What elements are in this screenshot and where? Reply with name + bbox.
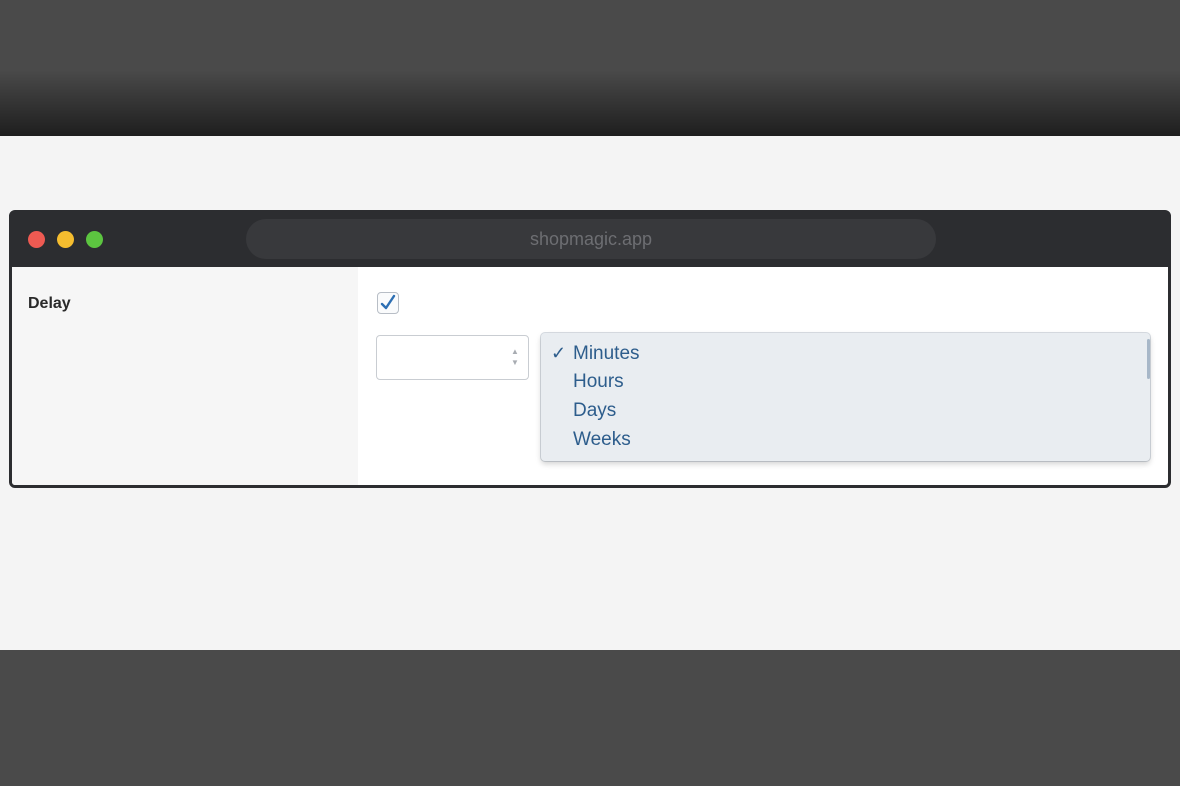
option-weeks[interactable]: Weeks	[551, 426, 631, 454]
address-bar[interactable]: shopmagic.app	[246, 219, 936, 259]
option-label: Weeks	[573, 429, 631, 450]
delay-amount-field[interactable]: ▲ ▼	[376, 335, 529, 380]
background-top	[0, 0, 1180, 136]
browser-titlebar: shopmagic.app	[12, 213, 1168, 267]
option-label: Days	[573, 400, 617, 421]
delay-label: Delay	[28, 295, 71, 312]
spinner-arrows-icon[interactable]: ▲ ▼	[510, 346, 520, 370]
dropdown-scrollbar[interactable]	[1147, 339, 1150, 379]
option-hours[interactable]: Hours	[551, 368, 624, 396]
minimize-window-button[interactable]	[57, 231, 74, 248]
option-label: Hours	[573, 371, 624, 392]
browser-window: shopmagic.app Delay ▲ ▼ ✓ Minutes Hours Da…	[9, 210, 1171, 488]
label-column: Delay	[12, 267, 358, 485]
option-label: Minutes	[573, 343, 640, 364]
checkmark-icon: ✓	[551, 343, 567, 363]
background-bottom	[0, 650, 1180, 786]
option-days[interactable]: Days	[551, 397, 616, 425]
settings-panel: Delay ▲ ▼ ✓ Minutes Hours Days Weeks	[12, 267, 1168, 485]
maximize-window-button[interactable]	[86, 231, 103, 248]
close-window-button[interactable]	[28, 231, 45, 248]
delay-unit-dropdown[interactable]: ✓ Minutes Hours Days Weeks	[541, 333, 1150, 461]
checkmark-icon	[380, 294, 396, 310]
delay-amount-input[interactable]	[381, 340, 495, 376]
option-minutes[interactable]: ✓ Minutes	[551, 339, 640, 367]
delay-enabled-checkbox[interactable]	[377, 292, 399, 314]
